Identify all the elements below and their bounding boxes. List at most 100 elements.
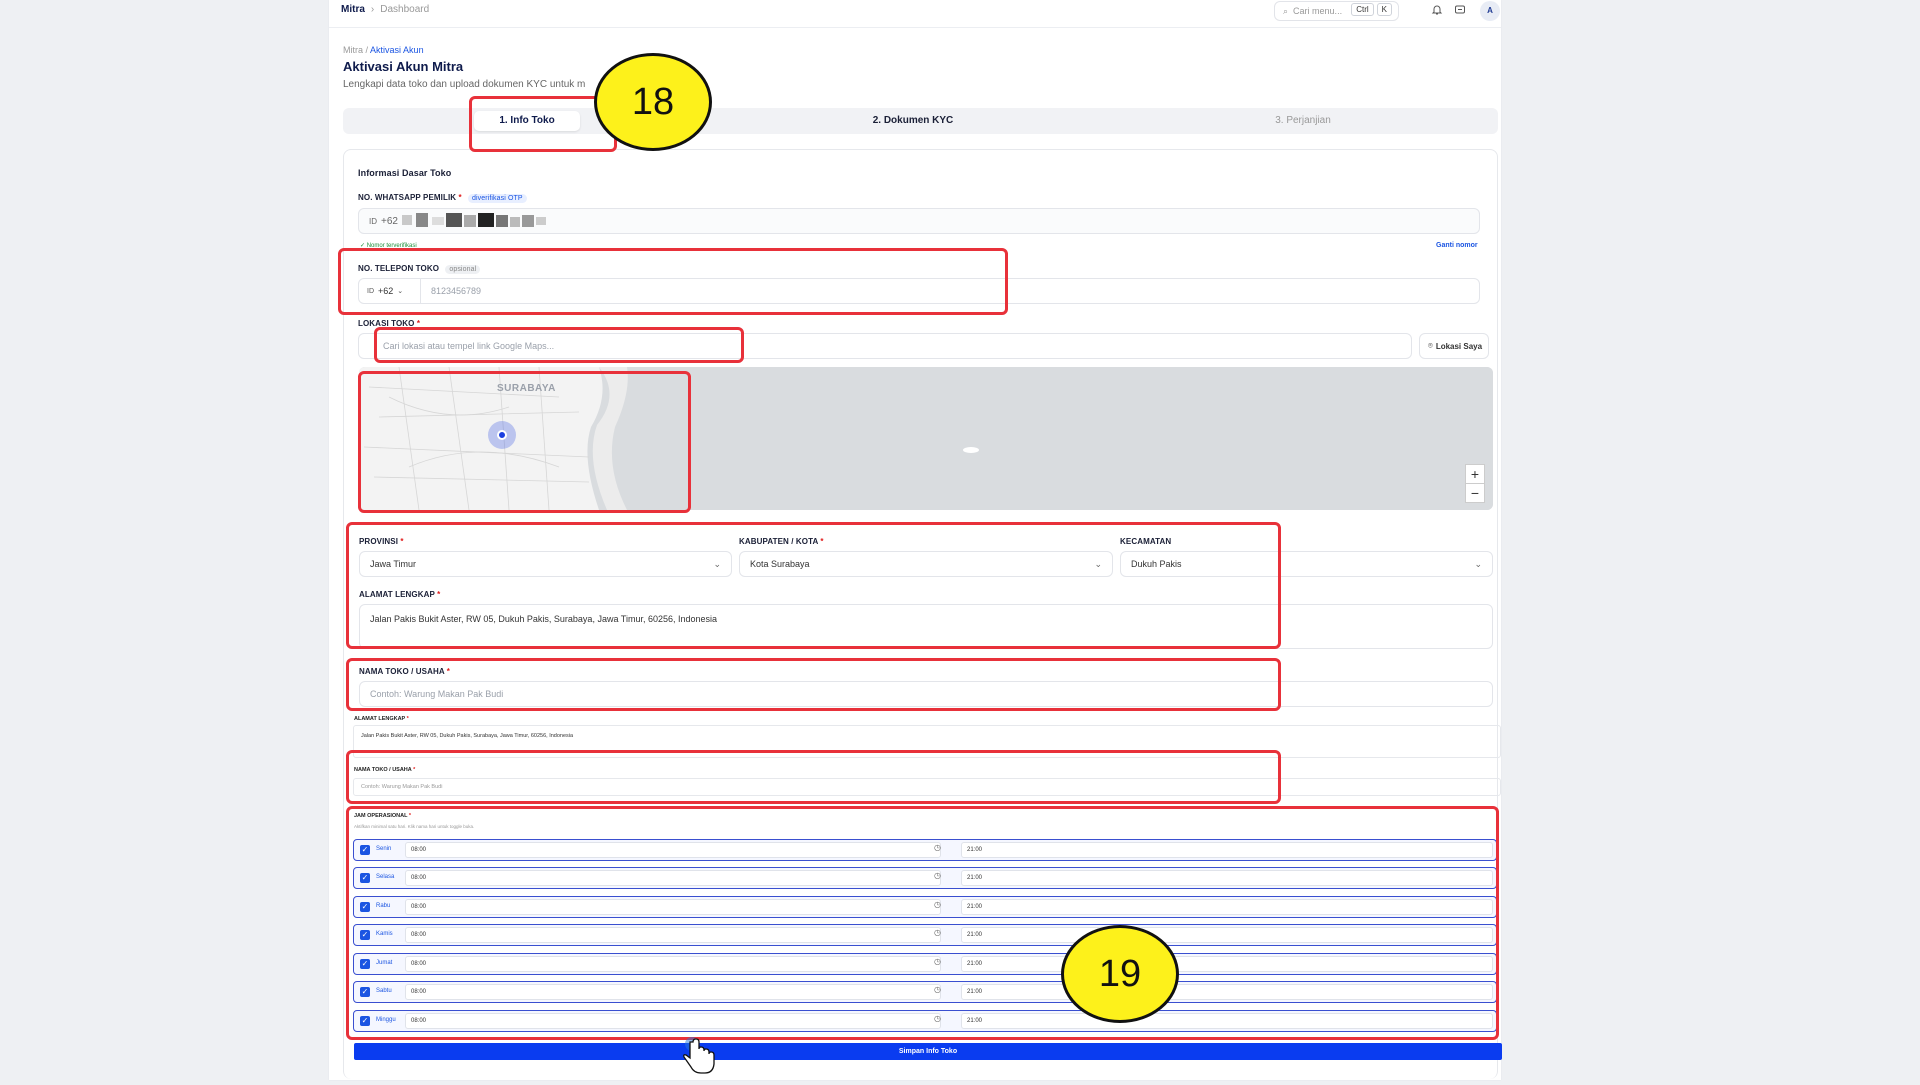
province-label: PROVINSI * xyxy=(359,537,404,546)
city-select[interactable]: Kota Surabaya ⌄ xyxy=(739,551,1113,577)
required-mark: * xyxy=(400,537,404,546)
day-name[interactable]: Senin xyxy=(376,846,391,852)
save-info-button[interactable]: Simpan Info Toko xyxy=(354,1043,1502,1060)
close-time-input[interactable]: 21:00 xyxy=(961,899,1493,915)
country-code-select[interactable]: ID +62 ⌄ xyxy=(359,279,421,303)
breadcrumb-separator: › xyxy=(370,4,375,15)
whatsapp-field: ID +62 xyxy=(358,208,1480,234)
day-name[interactable]: Rabu xyxy=(376,903,390,909)
chevron-down-icon: ⌄ xyxy=(1094,558,1102,569)
open-time-input[interactable]: 08:00 xyxy=(405,899,941,915)
required-mark: * xyxy=(446,667,450,676)
map-view[interactable]: SURABAYA + − xyxy=(359,367,1493,510)
open-time-input[interactable]: 08:00 xyxy=(405,984,941,1000)
open-time-input[interactable]: 08:00 xyxy=(405,842,941,858)
my-location-button[interactable]: ⌾ Lokasi Saya xyxy=(1419,333,1489,359)
redacted-number-icon xyxy=(401,213,546,227)
location-search-input[interactable]: Cari lokasi atau tempel link Google Maps… xyxy=(358,333,1412,359)
location-marker[interactable] xyxy=(488,421,516,449)
check-icon[interactable]: ✓ xyxy=(360,987,370,997)
brand-label[interactable]: Mitra xyxy=(341,4,365,15)
close-time-input[interactable]: 21:00 xyxy=(961,927,1493,943)
close-time-input[interactable]: 21:00 xyxy=(961,1013,1493,1029)
change-number-link[interactable]: Ganti nomor xyxy=(1436,242,1478,249)
district-label: KECAMATAN xyxy=(1120,537,1172,546)
check-icon[interactable]: ✓ xyxy=(360,873,370,883)
check-icon[interactable]: ✓ xyxy=(360,959,370,969)
location-placeholder: Cari lokasi atau tempel link Google Maps… xyxy=(383,341,555,351)
zoom-in-button[interactable]: + xyxy=(1465,464,1485,484)
clock-icon: ◷ xyxy=(934,957,941,966)
province-value: Jawa Timur xyxy=(370,559,417,569)
tab-perjanjian[interactable]: 3. Perjanjian xyxy=(1183,111,1423,131)
tab-dokumen-kyc[interactable]: 2. Dokumen KYC xyxy=(793,111,1033,131)
store-name-input-small[interactable] xyxy=(353,778,1501,796)
day-name[interactable]: Selasa xyxy=(376,874,394,880)
breadcrumb-current[interactable]: Aktivasi Akun xyxy=(370,45,424,55)
hours-row-jumat: ✓ Jumat 08:00 ◷ 21:00 xyxy=(353,953,1497,975)
province-select[interactable]: Jawa Timur ⌄ xyxy=(359,551,732,577)
avatar[interactable]: A xyxy=(1480,1,1500,21)
store-name-label-small: NAMA TOKO / USAHA * xyxy=(354,767,415,773)
close-time-input[interactable]: 21:00 xyxy=(961,956,1493,972)
open-time-input[interactable]: 08:00 xyxy=(405,927,941,943)
clock-icon: ◷ xyxy=(934,900,941,909)
address-label: ALAMAT LENGKAP * xyxy=(359,590,440,599)
verified-note: ✓ Nomor terverifikasi xyxy=(360,243,417,249)
verified-badge: diverifikasi OTP xyxy=(468,194,527,203)
whatsapp-label-text: NO. WHATSAPP PEMILIK xyxy=(358,193,457,202)
city-label: KABUPATEN / KOTA * xyxy=(739,537,824,546)
clock-icon: ◷ xyxy=(934,871,941,880)
phone-field: ID +62 ⌄ 8123456789 xyxy=(358,278,1480,304)
search-input[interactable]: ⌕ Cari menu... Ctrl K xyxy=(1274,1,1399,21)
open-time-input[interactable]: 08:00 xyxy=(405,956,941,972)
current-page-label: Dashboard xyxy=(380,4,430,15)
breadcrumb-parent[interactable]: Mitra xyxy=(343,45,363,55)
open-time-input[interactable]: 08:00 xyxy=(405,1013,941,1029)
page-title: Aktivasi Akun Mitra xyxy=(343,59,464,74)
day-name[interactable]: Minggu xyxy=(376,1017,396,1023)
top-breadcrumb: Mitra › Dashboard xyxy=(341,4,429,15)
step-18-callout: 18 xyxy=(594,53,712,151)
phone-input[interactable]: 8123456789 xyxy=(421,286,481,296)
clock-icon: ◷ xyxy=(934,843,941,852)
hours-row-minggu: ✓ Minggu 08:00 ◷ 21:00 xyxy=(353,1010,1497,1032)
address-label-small: ALAMAT LENGKAP * xyxy=(354,716,409,722)
close-time-input[interactable]: 21:00 xyxy=(961,984,1493,1000)
whatsapp-label: NO. WHATSAPP PEMILIK * diverifikasi OTP xyxy=(358,193,527,203)
close-time-input[interactable]: 21:00 xyxy=(961,842,1493,858)
day-name[interactable]: Jumat xyxy=(376,960,392,966)
address-textarea-small[interactable] xyxy=(353,725,1501,758)
close-time-input[interactable]: 21:00 xyxy=(961,870,1493,886)
store-name-input[interactable]: Contoh: Warung Makan Pak Budi xyxy=(359,681,1493,707)
required-mark: * xyxy=(408,813,412,819)
check-icon[interactable]: ✓ xyxy=(360,902,370,912)
hours-row-rabu: ✓ Rabu 08:00 ◷ 21:00 xyxy=(353,896,1497,918)
search-placeholder: Cari menu... xyxy=(1293,6,1343,16)
page-subtitle: Lengkapi data toko dan upload dokumen KY… xyxy=(343,79,586,90)
address-textarea[interactable]: Jalan Pakis Bukit Aster, RW 05, Dukuh Pa… xyxy=(359,604,1493,649)
day-name[interactable]: Kamis xyxy=(376,931,393,937)
country-flag-id: ID xyxy=(367,287,374,295)
day-name[interactable]: Sabtu xyxy=(376,988,392,994)
district-select[interactable]: Dukuh Pakis ⌄ xyxy=(1120,551,1493,577)
country-flag-id: ID xyxy=(369,216,377,226)
message-icon[interactable] xyxy=(1453,4,1467,18)
hours-row-selasa: ✓ Selasa 08:00 ◷ 21:00 xyxy=(353,867,1497,889)
clock-icon: ◷ xyxy=(934,985,941,994)
bell-icon[interactable] xyxy=(1430,4,1444,18)
marker-dot xyxy=(497,430,507,440)
zoom-out-button[interactable]: − xyxy=(1465,483,1485,503)
check-icon[interactable]: ✓ xyxy=(360,930,370,940)
step-19-callout: 19 xyxy=(1061,925,1179,1023)
open-time-input[interactable]: 08:00 xyxy=(405,870,941,886)
required-mark: * xyxy=(437,590,441,599)
check-icon[interactable]: ✓ xyxy=(360,1016,370,1026)
breadcrumb-sep: / xyxy=(365,45,369,55)
tab-info-toko[interactable]: 1. Info Toko xyxy=(474,111,580,131)
whatsapp-prefix: +62 xyxy=(381,215,398,227)
chevron-down-icon: ⌄ xyxy=(1474,558,1482,569)
location-label-text: LOKASI TOKO xyxy=(358,319,415,328)
breadcrumb: Mitra / Aktivasi Akun xyxy=(343,45,424,55)
check-icon[interactable]: ✓ xyxy=(360,845,370,855)
